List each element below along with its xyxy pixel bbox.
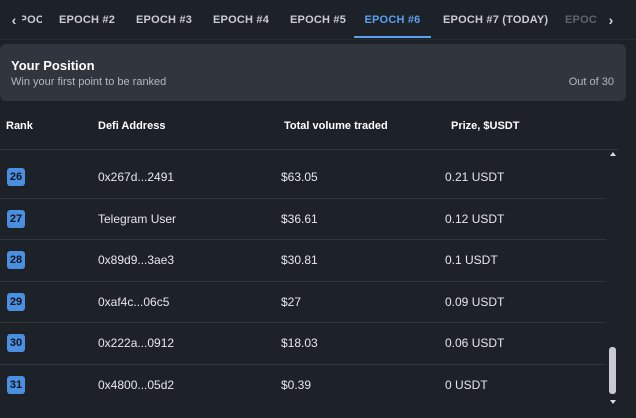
table-row: 28 0x89d9...3ae3 $30.81 0.1 USDT bbox=[0, 240, 606, 282]
tab-epoch-5[interactable]: EPOCH #5 bbox=[290, 0, 346, 38]
header-volume: Total volume traded bbox=[284, 120, 388, 132]
tab-epoch-1-clip: EPOCH #1 bbox=[22, 0, 42, 38]
volume-cell: $27 bbox=[281, 294, 302, 309]
address-cell: Telegram User bbox=[98, 211, 177, 226]
volume-cell: $36.61 bbox=[281, 211, 318, 226]
chevron-left-icon[interactable]: ‹ bbox=[6, 10, 22, 30]
table-row: 26 0x267d...2491 $63.05 0.21 USDT bbox=[0, 157, 606, 199]
tabs-divider bbox=[0, 39, 636, 40]
tab-epoch-8-clip: EPOCH #8 bbox=[565, 0, 597, 38]
header-divider bbox=[0, 149, 618, 150]
prize-cell: 0.06 USDT bbox=[445, 336, 505, 351]
scroll-up-icon[interactable] bbox=[610, 152, 616, 156]
rank-badge: 31 bbox=[7, 375, 25, 394]
position-rank-note: Out of 30 bbox=[568, 76, 614, 88]
position-title: Your Position bbox=[11, 58, 95, 73]
prize-cell: 0.1 USDT bbox=[445, 253, 498, 268]
prize-cell: 0.09 USDT bbox=[445, 294, 505, 309]
volume-cell: $63.05 bbox=[281, 170, 318, 184]
volume-cell: $30.81 bbox=[281, 253, 318, 268]
table-header: Rank Defi Address Total volume traded Pr… bbox=[0, 112, 620, 142]
your-position-card: Your Position Win your first point to be… bbox=[0, 44, 626, 101]
tab-epoch-8[interactable]: EPOCH #8 bbox=[565, 0, 597, 38]
tab-epoch-7[interactable]: EPOCH #7 (TODAY) bbox=[443, 0, 548, 38]
scroll-down-icon[interactable] bbox=[610, 400, 616, 404]
leaderboard-rows: 26 0x267d...2491 $63.05 0.21 USDT 27 Tel… bbox=[0, 157, 606, 407]
prize-cell: 0.21 USDT bbox=[445, 170, 505, 184]
address-cell: 0x89d9...3ae3 bbox=[98, 253, 175, 268]
scroll-thumb[interactable] bbox=[609, 347, 616, 394]
position-subtitle: Win your first point to be ranked bbox=[11, 76, 167, 88]
address-cell: 0x222a...0912 bbox=[98, 336, 175, 351]
table-scrollbar[interactable] bbox=[608, 150, 618, 408]
table-row: 27 Telegram User $36.61 0.12 USDT bbox=[0, 199, 606, 241]
chevron-right-icon[interactable]: › bbox=[603, 10, 619, 30]
tab-epoch-6[interactable]: EPOCH #6 bbox=[354, 0, 431, 38]
table-row: 29 0xaf4c...06c5 $27 0.09 USDT bbox=[0, 282, 606, 324]
tab-epoch-1[interactable]: EPOCH #1 bbox=[22, 0, 42, 38]
volume-cell: $18.03 bbox=[281, 336, 318, 351]
epoch-tabs: ‹ EPOCH #1 EPOCH #2 EPOCH #3 EPOCH #4 EP… bbox=[0, 0, 636, 40]
rank-badge: 26 bbox=[7, 168, 25, 186]
address-cell: 0xaf4c...06c5 bbox=[98, 294, 170, 309]
tab-epoch-4[interactable]: EPOCH #4 bbox=[213, 0, 269, 38]
address-cell: 0x267d...2491 bbox=[98, 170, 175, 184]
rank-badge: 29 bbox=[7, 292, 25, 311]
table-row: 31 0x4800...05d2 $0.39 0 USDT bbox=[0, 365, 606, 407]
header-address: Defi Address bbox=[98, 120, 166, 132]
prize-cell: 0 USDT bbox=[445, 377, 488, 392]
table-row: 30 0x222a...0912 $18.03 0.06 USDT bbox=[0, 323, 606, 365]
tab-epoch-2[interactable]: EPOCH #2 bbox=[59, 0, 115, 38]
header-rank: Rank bbox=[6, 120, 33, 132]
rank-badge: 27 bbox=[7, 209, 25, 228]
rank-badge: 28 bbox=[7, 251, 25, 270]
header-prize: Prize, $USDT bbox=[451, 120, 520, 132]
address-cell: 0x4800...05d2 bbox=[98, 377, 175, 392]
prize-cell: 0.12 USDT bbox=[445, 211, 505, 226]
rank-badge: 30 bbox=[7, 334, 25, 353]
volume-cell: $0.39 bbox=[281, 377, 312, 392]
tab-epoch-3[interactable]: EPOCH #3 bbox=[136, 0, 192, 38]
